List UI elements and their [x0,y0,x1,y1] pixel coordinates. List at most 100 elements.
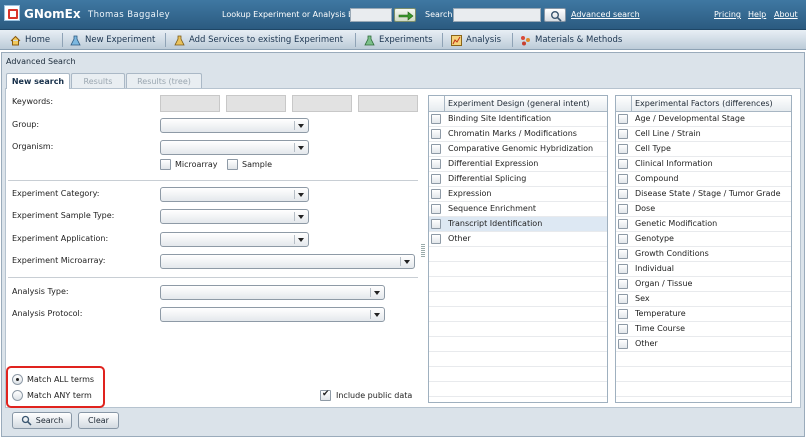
match-all-radio[interactable] [12,374,23,385]
lookup-number-input[interactable] [350,8,392,22]
column-resize-handle[interactable] [421,243,425,257]
row-checkbox[interactable] [431,204,441,214]
nav-materials-methods[interactable]: Materials & Methods [520,33,622,47]
row-checkbox[interactable] [431,129,441,139]
magnifier-icon [21,415,32,426]
row-checkbox[interactable] [618,339,628,349]
pricing-link[interactable]: Pricing [714,10,741,19]
keyword-input-2[interactable] [226,95,286,112]
row-checkbox[interactable] [618,144,628,154]
row-checkbox[interactable] [431,144,441,154]
row-checkbox[interactable] [431,159,441,169]
quick-search-input[interactable] [453,8,541,22]
row-checkbox[interactable] [618,309,628,319]
grid-row[interactable]: Cell Type [616,142,791,157]
search-label: Search [425,10,453,19]
grid-row[interactable]: Transcript Identification [429,217,607,232]
grid-row[interactable]: Binding Site Identification [429,112,607,127]
keyword-input-4[interactable] [358,95,418,112]
grid-row[interactable]: Expression [429,187,607,202]
tab-results-tree[interactable]: Results (tree) [126,73,202,88]
lookup-label: Lookup Experiment or Analysis by # [222,10,368,19]
row-checkbox[interactable] [618,114,628,124]
quick-search-button[interactable] [544,8,566,22]
grid-row[interactable]: Cell Line / Strain [616,127,791,142]
row-label: Transcript Identification [448,219,543,228]
row-checkbox[interactable] [431,219,441,229]
grid-row[interactable]: Time Course [616,322,791,337]
nav-home[interactable]: Home [10,33,50,47]
grid-row[interactable]: Differential Expression [429,157,607,172]
analysis-type-select[interactable] [160,285,385,300]
keyword-input-1[interactable] [160,95,220,112]
grid-row[interactable]: Chromatin Marks / Modifications [429,127,607,142]
microarray-checkbox[interactable] [160,159,171,170]
experiment-category-select[interactable] [160,187,309,202]
row-checkbox[interactable] [618,324,628,334]
nav-analysis[interactable]: Analysis [451,33,501,47]
chevron-down-icon [294,143,306,152]
row-checkbox[interactable] [431,234,441,244]
clear-button[interactable]: Clear [78,412,119,429]
sample-checkbox[interactable] [227,159,238,170]
row-label: Comparative Genomic Hybridization [448,144,594,153]
row-label: Expression [448,189,492,198]
row-checkbox[interactable] [618,264,628,274]
grid-row[interactable]: Disease State / Stage / Tumor Grade [616,187,791,202]
experiment-microarray-select[interactable] [160,254,415,269]
row-checkbox[interactable] [618,159,628,169]
grid-row[interactable]: Comparative Genomic Hybridization [429,142,607,157]
experiment-sample-type-select[interactable] [160,209,309,224]
chevron-down-icon [294,121,306,130]
advanced-search-link[interactable]: Advanced search [571,10,640,19]
row-checkbox[interactable] [618,249,628,259]
row-checkbox[interactable] [431,189,441,199]
grid-row[interactable]: Genotype [616,232,791,247]
row-checkbox[interactable] [618,204,628,214]
grid-row[interactable]: Temperature [616,307,791,322]
grid-row[interactable]: Sex [616,292,791,307]
row-label: Time Course [635,324,686,333]
lookup-go-button[interactable] [394,8,416,22]
experiment-application-select[interactable] [160,232,309,247]
match-any-radio[interactable] [12,390,23,401]
nav-add-services[interactable]: Add Services to existing Experiment [174,33,343,47]
row-checkbox[interactable] [618,294,628,304]
row-checkbox[interactable] [618,189,628,199]
tab-new-search[interactable]: New search [6,73,70,89]
grid-row[interactable]: Individual [616,262,791,277]
nav-new-experiment[interactable]: New Experiment [70,33,155,47]
row-checkbox[interactable] [618,279,628,289]
tab-results[interactable]: Results [71,73,125,88]
grid-row[interactable]: Compound [616,172,791,187]
row-checkbox[interactable] [618,234,628,244]
grid-row[interactable]: Other [616,337,791,352]
analysis-protocol-select[interactable] [160,307,385,322]
keyword-input-3[interactable] [292,95,352,112]
row-checkbox[interactable] [618,174,628,184]
grid-row[interactable]: Genetic Modification [616,217,791,232]
grid-row[interactable]: Differential Splicing [429,172,607,187]
row-label: Sequence Enrichment [448,204,537,213]
grid-row[interactable]: Organ / Tissue [616,277,791,292]
group-select[interactable] [160,118,309,133]
grid-row[interactable]: Age / Developmental Stage [616,112,791,127]
search-button[interactable]: Search [12,412,72,429]
row-checkbox[interactable] [618,129,628,139]
grid-row [616,382,791,397]
about-link[interactable]: About [774,10,798,19]
grid-row[interactable]: Clinical Information [616,157,791,172]
header-checkbox-cell [616,96,632,112]
grid-row[interactable]: Growth Conditions [616,247,791,262]
row-checkbox[interactable] [618,219,628,229]
grid-row[interactable]: Sequence Enrichment [429,202,607,217]
nav-experiments[interactable]: Experiments [364,33,433,47]
grid-row[interactable]: Other [429,232,607,247]
organism-select[interactable] [160,140,309,155]
grid-row[interactable]: Dose [616,202,791,217]
help-link[interactable]: Help [748,10,766,19]
row-checkbox[interactable] [431,114,441,124]
include-public-checkbox[interactable] [320,389,331,401]
home-icon [10,35,21,46]
row-checkbox[interactable] [431,174,441,184]
